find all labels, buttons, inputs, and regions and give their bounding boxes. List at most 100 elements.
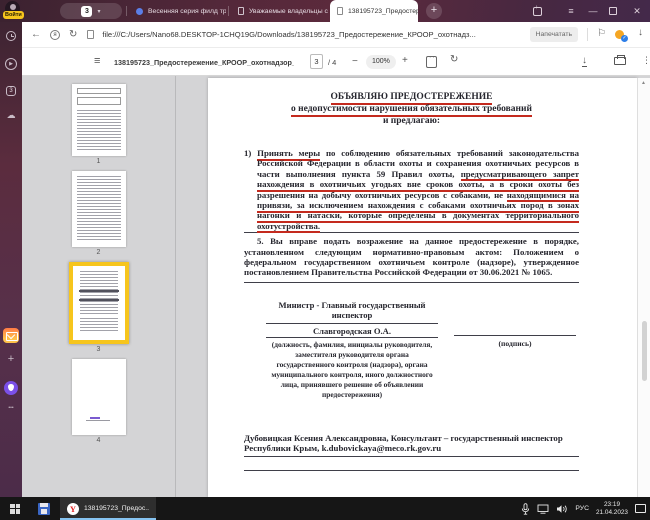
fit-page-icon[interactable] xyxy=(426,56,437,68)
start-button[interactable] xyxy=(0,497,30,520)
thumbnail-page-2[interactable] xyxy=(72,171,126,247)
thumbnail-label: 4 xyxy=(22,437,175,444)
pinned-app-icon[interactable] xyxy=(38,503,50,515)
tab-separator xyxy=(126,6,127,16)
signer-column: Министр - Главный государственный инспек… xyxy=(266,300,438,400)
print-page-button[interactable]: Напечатать xyxy=(530,27,578,42)
clock-date: 21.04.2023 xyxy=(596,509,628,517)
panel-button[interactable] xyxy=(527,0,547,22)
page-total: / 4 xyxy=(328,58,336,67)
pdf-document-title: 138195723_Предостережение_КРООР_охотнадз… xyxy=(114,58,294,67)
thumbnail-label: 3 xyxy=(22,346,175,353)
address-separator xyxy=(587,28,588,41)
clock-time: 23:19 xyxy=(596,501,628,509)
signature-spacer xyxy=(454,300,576,335)
close-window-button[interactable]: ✕ xyxy=(627,0,647,22)
check-badge: ✓ xyxy=(621,35,628,42)
signature-column: (подпись) xyxy=(454,300,576,400)
thumbnail-panel: 1 2 3 4 xyxy=(22,76,176,497)
doc-rule xyxy=(244,470,579,471)
network-icon[interactable] xyxy=(537,504,549,514)
address-bar: ← я ↻ file:///C:/Users/Nano68.DESKTOP-1C… xyxy=(22,22,650,48)
doc-paragraph-1: 1) Принять меры по соблюдению обязательн… xyxy=(257,148,579,231)
windows-logo-icon xyxy=(10,504,20,514)
doc-paragraph-5: 5. Вы вправе подать возражение на данное… xyxy=(244,236,579,278)
para1-segment: разрешения на добычу охотничьих ресурсов… xyxy=(257,190,507,200)
thumb-input-box xyxy=(77,97,121,105)
mail-icon[interactable] xyxy=(3,328,19,343)
scrollbar-thumb[interactable] xyxy=(642,321,647,381)
tab-panel-icon[interactable]: 3 xyxy=(6,86,16,96)
tab-separator xyxy=(228,6,229,16)
video-play-icon[interactable]: ▶ xyxy=(5,58,17,70)
thumbnail-page-4[interactable] xyxy=(72,359,126,435)
more-dots-icon[interactable]: ••• xyxy=(0,405,22,411)
taskbar-clock[interactable]: 23:19 21.04.2023 xyxy=(596,501,628,516)
back-icon[interactable]: ← xyxy=(31,29,41,40)
alice-assistant-icon[interactable] xyxy=(4,381,18,395)
restore-button[interactable] xyxy=(603,0,623,22)
thumb-stamp-mark xyxy=(86,417,110,423)
tab-favicon-document xyxy=(238,7,244,15)
tab-counter-button[interactable]: 3 ▾ xyxy=(60,3,122,19)
scroll-up-icon[interactable]: ▲ xyxy=(641,80,646,86)
doc-contact: Дубовицкая Ксения Александровна, Консуль… xyxy=(244,433,579,454)
signer-caption: (должность, фамилия, инициалы руководите… xyxy=(266,340,438,400)
reload-icon[interactable]: ↻ xyxy=(69,29,77,40)
thumb-form-box xyxy=(77,88,121,94)
scrollbar[interactable]: ▲ xyxy=(637,78,650,497)
cloud-sync-icon[interactable]: ☁ xyxy=(0,110,22,121)
signature-block: Министр - Главный государственный инспек… xyxy=(244,300,579,400)
thumbnail-label: 2 xyxy=(22,249,175,256)
zoom-in-button[interactable]: + xyxy=(402,55,408,66)
thumb-text-lines xyxy=(77,176,121,242)
signer-name: Славгородская О.А. xyxy=(266,324,438,337)
yandex-browser-icon: Y xyxy=(67,503,79,515)
downloads-icon[interactable]: ↓ xyxy=(638,27,643,38)
pdf-print-icon[interactable] xyxy=(614,57,626,65)
yandex-badge-icon[interactable]: я xyxy=(50,30,60,40)
browser-menu-button[interactable]: ≡ xyxy=(561,0,581,22)
page-number-input[interactable]: 3 xyxy=(310,54,323,69)
speaker-icon[interactable] xyxy=(556,504,568,514)
tab-favicon-document xyxy=(337,7,343,15)
thumbnail-page-3-selected[interactable] xyxy=(69,262,129,344)
para1-segment: 1) xyxy=(244,148,257,158)
login-badge[interactable]: Войти xyxy=(3,11,24,19)
thumbnail-label: 1 xyxy=(22,158,175,165)
new-tab-button[interactable]: + xyxy=(426,3,442,19)
tab-2[interactable]: Уважаемые владельцы со xyxy=(231,0,328,22)
zoom-level[interactable]: 100% xyxy=(366,55,396,69)
zoom-out-button[interactable]: − xyxy=(352,56,358,67)
rotate-icon[interactable]: ↻ xyxy=(450,54,458,65)
thumb-text-lines xyxy=(80,318,118,332)
pdf-more-icon[interactable]: ⋮ xyxy=(642,55,650,66)
taskbar-active-app[interactable]: Y 138195723_Предос... xyxy=(60,497,156,520)
notification-center-icon[interactable] xyxy=(635,504,646,513)
tab-count: 3 xyxy=(81,6,92,17)
system-tray: РУС 23:19 21.04.2023 xyxy=(521,497,646,520)
extension-icon[interactable]: ✓ xyxy=(615,30,624,39)
tab-1[interactable]: Весенняя серия филд тра xyxy=(129,0,226,22)
signer-title: Министр - Главный государственный инспек… xyxy=(266,300,438,321)
profile-button[interactable]: Войти xyxy=(3,1,29,21)
doc-rule xyxy=(454,335,576,336)
collections-flag-icon[interactable]: ⚐ xyxy=(597,28,606,39)
tab-favicon-dot xyxy=(136,8,143,15)
taskbar-app-label: 138195723_Предос... xyxy=(84,505,149,512)
pdf-sidebar-toggle-icon[interactable]: ≡ xyxy=(94,55,100,67)
microphone-icon[interactable] xyxy=(521,503,530,515)
language-indicator[interactable]: РУС xyxy=(575,505,589,512)
minimize-button[interactable]: — xyxy=(583,0,603,22)
history-icon[interactable] xyxy=(6,31,16,41)
url-field[interactable]: file:///C:/Users/Nano68.DESKTOP-1CHQ19G/… xyxy=(102,30,534,39)
file-icon xyxy=(87,30,94,39)
add-widget-icon[interactable]: + xyxy=(0,353,22,365)
signature-label: (подпись) xyxy=(454,339,576,348)
browser-tab-bar: Войти 3 ▾ Весенняя серия филд тра Уважае… xyxy=(0,0,650,22)
pdf-page: ОБЪЯВЛЯЮ ПРЕДОСТЕРЕЖЕНИЕ о недопустимост… xyxy=(208,78,637,497)
thumbnail-page-1[interactable] xyxy=(72,84,126,156)
pdf-download-icon[interactable]: ↓ xyxy=(582,55,587,67)
tab-3-active[interactable]: 138195723_Предостере ✕ xyxy=(330,0,418,22)
pdf-toolbar: ≡ 138195723_Предостережение_КРООР_охотна… xyxy=(22,48,650,76)
